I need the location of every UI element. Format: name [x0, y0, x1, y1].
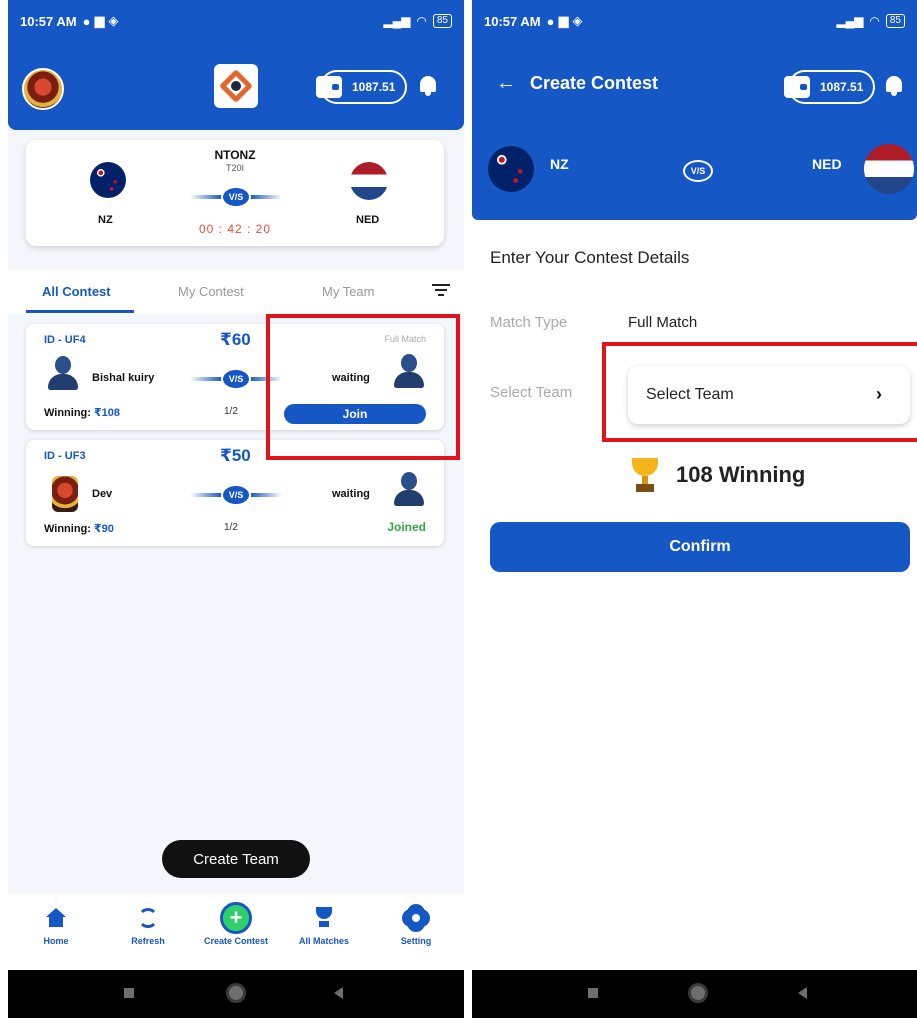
contest-list-screen: 10:57 AM ● ▆ ◈ ▂▄▆ ◠ 85 1087.51 NTONZ T20I…: [8, 0, 464, 1018]
message-icon: ▆: [558, 13, 569, 28]
battery-icon: 85: [432, 14, 452, 28]
app-header: ← Create Contest 1087.51 NZ V/S NED: [472, 42, 917, 220]
contest-id: ID - UF3: [44, 450, 86, 462]
tab-my-contest[interactable]: My Contest: [178, 284, 244, 299]
nav-home[interactable]: Home: [16, 904, 96, 946]
wifi-icon: ◠: [869, 14, 880, 28]
match-type-value: Full Match: [628, 314, 698, 331]
joined-status: Joined: [387, 520, 426, 534]
back-icon[interactable]: [798, 987, 807, 999]
profile-avatar[interactable]: [22, 68, 64, 110]
logo-icon: [219, 69, 253, 103]
record-icon: ●: [82, 13, 91, 29]
record-icon: ●: [546, 13, 555, 29]
nav-create-contest[interactable]: + Create Contest: [196, 902, 276, 946]
contest-amount: ₹60: [220, 330, 251, 349]
bell-icon[interactable]: [884, 74, 904, 98]
home-button-icon[interactable]: [226, 983, 246, 1003]
player-name: Dev: [92, 488, 113, 500]
nav-setting[interactable]: Setting: [376, 904, 456, 946]
wallet-icon: [316, 76, 342, 98]
tab-all-contest[interactable]: All Contest: [42, 284, 111, 299]
contest-amount: ₹50: [220, 446, 251, 465]
create-team-button[interactable]: Create Team: [162, 840, 310, 878]
signal-icon: ▂▄▆: [836, 14, 864, 28]
trophy-icon: [632, 458, 658, 494]
signal-icon: ▂▄▆: [383, 14, 411, 28]
slot-count: 1/2: [224, 522, 238, 533]
slot-count: 1/2: [224, 406, 238, 417]
wallet-icon: [784, 76, 810, 98]
wallet-balance[interactable]: 1087.51: [784, 70, 876, 104]
opponent-avatar-icon: [394, 472, 424, 506]
system-nav-bar: [472, 970, 917, 1018]
battery-icon: 85: [885, 14, 905, 28]
wifi-icon: ◠: [416, 14, 427, 28]
status-bar: 10:57 AM ● ▆ ◈ ▂▄▆ ◠ 85: [472, 0, 917, 42]
contest-tabs: All Contest My Contest My Team: [8, 270, 464, 314]
status-time: 10:57 AM: [484, 13, 541, 29]
recents-icon[interactable]: [124, 988, 134, 998]
countdown-timer: 00 : 42 : 20: [198, 222, 272, 236]
vs-badge: V/S: [190, 186, 282, 208]
message-icon: ▆: [94, 13, 105, 28]
ned-flag-icon: [864, 144, 914, 194]
nz-flag-icon: [90, 162, 126, 198]
highlight-box: [602, 342, 917, 442]
ned-flag-icon: [350, 162, 388, 200]
select-team-label: Select Team: [490, 384, 573, 401]
app-header: 1087.51: [8, 42, 464, 130]
system-nav-bar: [8, 970, 464, 1018]
home-icon: [46, 908, 66, 928]
series-name: NTONZ: [214, 148, 256, 162]
bell-icon[interactable]: [418, 74, 438, 98]
winning-amount: 108 Winning: [676, 462, 806, 487]
nav-all-matches[interactable]: All Matches: [284, 904, 364, 946]
tab-my-team[interactable]: My Team: [322, 284, 375, 299]
back-icon[interactable]: [334, 987, 343, 999]
gear-icon: [405, 907, 427, 929]
filter-icon[interactable]: [432, 284, 450, 298]
winning-amount: Winning: ₹108: [44, 407, 121, 419]
page-title: Create Contest: [530, 73, 659, 93]
team2-code: NED: [812, 156, 842, 172]
winning-amount: Winning: ₹90: [44, 523, 114, 535]
app-logo: [214, 64, 258, 108]
create-contest-screen: 10:57 AM ● ▆ ◈ ▂▄▆ ◠ 85 ← Create Contest 1…: [472, 0, 917, 1018]
wallet-balance[interactable]: 1087.51: [316, 70, 408, 104]
match-type-label: Match Type: [490, 314, 568, 331]
match-card[interactable]: NTONZ T20I NZ NED V/S 00 : 42 : 20: [26, 140, 444, 246]
vs-badge: V/S: [648, 160, 748, 182]
form-heading: Enter Your Contest Details: [490, 248, 690, 267]
status-bar: 10:57 AM ● ▆ ◈ ▂▄▆ ◠ 85: [8, 0, 464, 42]
trophy-icon: [315, 907, 333, 929]
bottom-navigation: Home Refresh + Create Contest All Matche…: [8, 894, 464, 970]
contest-id: ID - UF4: [44, 334, 86, 346]
opponent-status: waiting: [332, 488, 370, 500]
player-avatar: [52, 476, 78, 512]
status-time: 10:57 AM: [20, 13, 77, 29]
confirm-button[interactable]: Confirm: [490, 522, 910, 572]
player-name: Bishal kuiry: [92, 372, 155, 384]
sync-icon: ◈: [572, 13, 583, 28]
nav-refresh[interactable]: Refresh: [108, 904, 188, 946]
team1-code: NZ: [550, 156, 569, 172]
highlight-box: [266, 314, 460, 460]
back-arrow-icon[interactable]: ←: [496, 72, 516, 95]
user-avatar-icon: [48, 356, 78, 390]
sync-icon: ◈: [108, 13, 119, 28]
home-button-icon[interactable]: [688, 983, 708, 1003]
plus-circle-icon: +: [220, 902, 252, 934]
vs-badge: V/S: [190, 484, 282, 506]
refresh-icon: [138, 908, 158, 928]
nz-flag-icon: [488, 146, 534, 192]
active-tab-indicator: [26, 310, 134, 313]
recents-icon[interactable]: [588, 988, 598, 998]
